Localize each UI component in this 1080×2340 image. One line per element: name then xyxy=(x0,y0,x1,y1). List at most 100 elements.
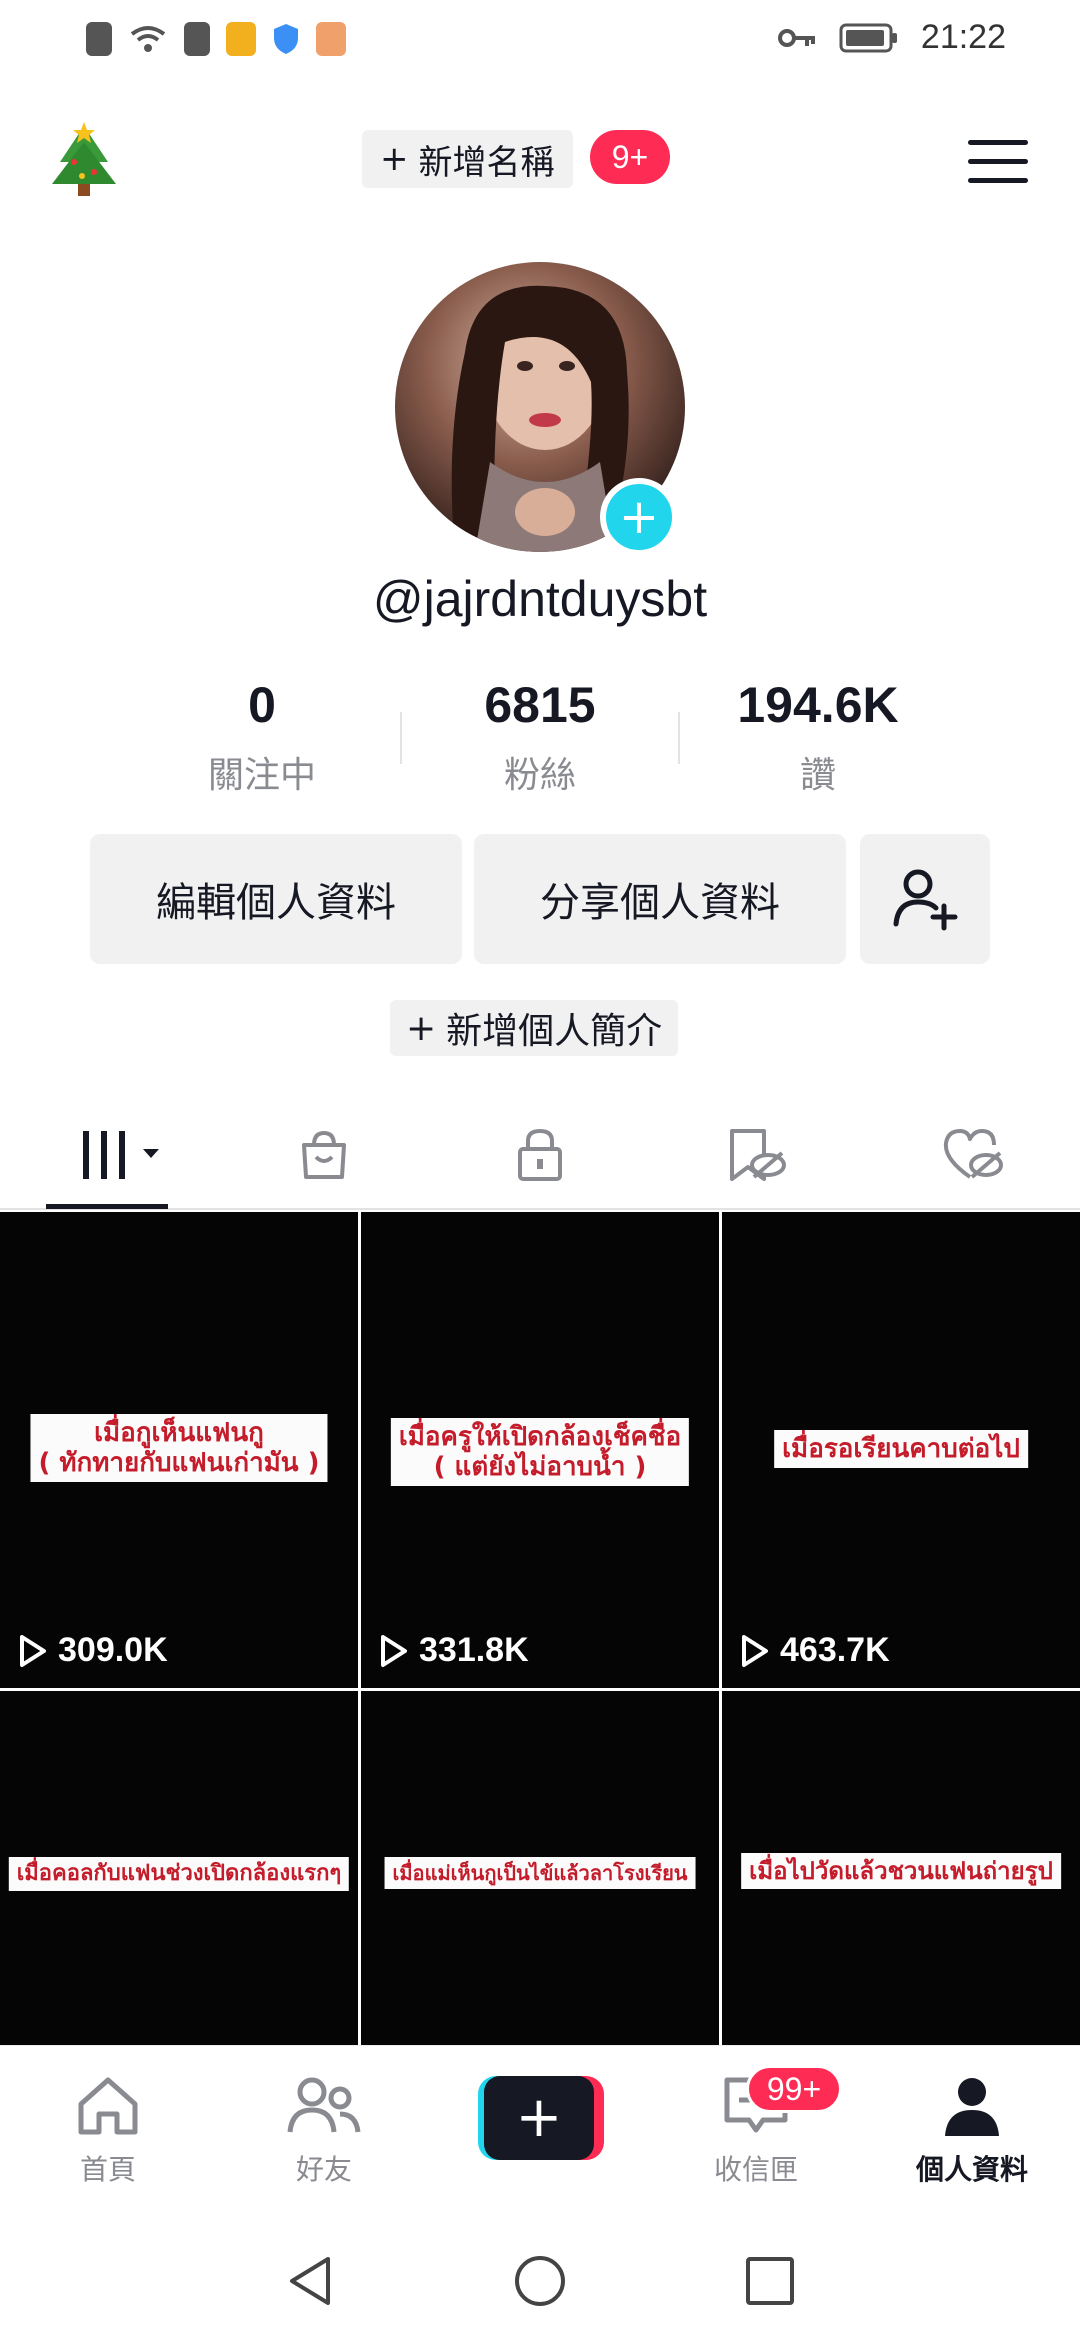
home-icon xyxy=(78,2077,138,2135)
video-caption: เมื่อรอเรียนคาบต่อไป xyxy=(774,1430,1028,1468)
following-count: 0 xyxy=(248,677,276,733)
add-user-icon xyxy=(893,869,958,931)
system-navigation xyxy=(0,2205,1080,2340)
profile-stats: 0 關注中 6815 粉絲 194.6K 讚 xyxy=(0,676,1080,796)
play-icon xyxy=(742,1634,768,1667)
followers-count: 6815 xyxy=(484,677,596,733)
app-notification-icon xyxy=(226,22,256,56)
profile-icon xyxy=(945,2078,999,2136)
video-thumbnail[interactable]: เมื่อครูให้เปิดกล้องเช็คชื่อ ( แต่ยังไม่… xyxy=(361,1212,719,1688)
following-stat[interactable]: 0 關注中 xyxy=(132,676,392,798)
plus-icon: + xyxy=(484,2076,594,2160)
nav-profile-label: 個人資料 xyxy=(915,2153,1028,2186)
view-count-text: 309.0K xyxy=(58,1631,168,1669)
following-label: 關注中 xyxy=(207,755,316,796)
shield-icon xyxy=(274,24,298,54)
share-profile-button[interactable]: 分享個人資料 xyxy=(474,834,846,964)
likes-label: 讚 xyxy=(799,755,836,796)
active-tab-indicator xyxy=(46,1204,168,1209)
bottom-navigation: 首頁 好友 + 收信匣 個人資料 xyxy=(0,2045,1080,2205)
tab-videos[interactable] xyxy=(68,1120,168,1190)
video-caption: เมื่อคอลกับแฟนช่วงเปิดกล้องแรกๆ xyxy=(8,1857,350,1891)
view-count: 331.8K xyxy=(379,1631,529,1670)
add-name-button[interactable]: + 新增名稱 xyxy=(362,130,573,188)
likes-stat[interactable]: 194.6K 讚 xyxy=(688,676,948,798)
video-caption-line: เมื่อครูให้เปิดกล้องเช็คชื่อ xyxy=(398,1422,682,1452)
wifi-icon xyxy=(130,26,166,52)
message-notification-icon xyxy=(316,22,346,56)
likes-count: 194.6K xyxy=(737,677,899,733)
plus-icon: + xyxy=(406,1007,437,1049)
view-count: 309.0K xyxy=(18,1631,168,1670)
followers-label: 粉絲 xyxy=(503,755,576,796)
battery-icon xyxy=(839,23,897,52)
status-bar-notifications xyxy=(86,22,346,56)
video-thumbnail[interactable]: เมื่อกูเห็นแฟนกู ( ทักทายกับแฟนเก่ามัน )… xyxy=(0,1212,358,1688)
tab-liked[interactable] xyxy=(932,1120,1012,1190)
recents-icon[interactable] xyxy=(742,2253,798,2309)
christmas-tree-icon[interactable] xyxy=(46,122,122,202)
add-bio-button[interactable]: + 新增個人簡介 xyxy=(390,1000,679,1056)
nav-friends-label: 好友 xyxy=(295,2153,352,2186)
hamburger-menu-icon[interactable] xyxy=(968,140,1028,186)
alert-icon xyxy=(86,22,112,56)
tab-private[interactable] xyxy=(500,1120,580,1190)
heart-hidden-icon xyxy=(943,1129,1003,1179)
video-thumbnail[interactable]: เมื่อรอเรียนคาบต่อไป 463.7K xyxy=(722,1212,1080,1688)
edit-profile-button[interactable]: 編輯個人資料 xyxy=(90,834,462,964)
video-caption-line: เมื่อคอลกับแฟนช่วงเปิดกล้องแรกๆ xyxy=(16,1861,342,1886)
lock-icon xyxy=(518,1128,562,1181)
video-thumbnail[interactable]: เมื่อไปวัดแล้วชวนแฟนถ่ายรูป xyxy=(722,1691,1080,2048)
play-icon xyxy=(20,1634,46,1667)
back-icon[interactable] xyxy=(282,2253,338,2309)
shopping-bag-icon xyxy=(302,1130,346,1179)
stat-divider xyxy=(400,712,402,764)
video-grid: เมื่อกูเห็นแฟนกู ( ทักทายกับแฟนเก่ามัน )… xyxy=(0,1212,1080,2048)
view-count-text: 331.8K xyxy=(419,1631,529,1669)
tab-saved[interactable] xyxy=(716,1120,796,1190)
grid-videos-icon xyxy=(83,1131,159,1179)
create-button[interactable]: + xyxy=(478,2076,604,2160)
status-bar-system: 21:22 xyxy=(777,18,1006,57)
video-caption-line: ( แต่ยังไม่อาบน้ำ ) xyxy=(433,1452,647,1482)
stat-divider xyxy=(678,712,680,764)
video-thumbnail[interactable]: เมื่อคอลกับแฟนช่วงเปิดกล้องแรกๆ xyxy=(0,1691,358,2048)
nav-friends[interactable]: 好友 xyxy=(244,2074,404,2188)
video-caption-line: เมื่อรอเรียนคาบต่อไป xyxy=(782,1434,1020,1464)
upload-icon xyxy=(184,22,210,56)
view-count-text: 463.7K xyxy=(780,1631,890,1669)
add-name-label: 新增名稱 xyxy=(418,142,555,183)
plus-icon: + xyxy=(380,139,409,179)
video-caption-line: ( ทักทายกับแฟนเก่ามัน ) xyxy=(38,1448,320,1478)
add-friends-button[interactable] xyxy=(860,834,990,964)
tab-shop[interactable] xyxy=(284,1120,364,1190)
profile-tabs xyxy=(0,1100,1080,1210)
video-thumbnail[interactable]: เมื่อแม่เห็นกูเป็นไข้แล้วลาโรงเรียน xyxy=(361,1691,719,2048)
video-caption: เมื่อแม่เห็นกูเป็นไข้แล้วลาโรงเรียน xyxy=(384,1857,696,1889)
video-caption-line: เมื่อแม่เห็นกูเป็นไข้แล้วลาโรงเรียน xyxy=(392,1861,688,1885)
nav-inbox-label: 收信匣 xyxy=(713,2153,798,2186)
bookmark-hidden-icon xyxy=(730,1129,786,1181)
video-caption: เมื่อกูเห็นแฟนกู ( ทักทายกับแฟนเก่ามัน ) xyxy=(30,1414,328,1482)
view-count: 463.7K xyxy=(740,1631,890,1670)
add-avatar-icon[interactable]: + xyxy=(600,478,678,556)
notification-badge: 9+ xyxy=(590,130,670,184)
username: @jajrdntduysbt xyxy=(372,571,708,627)
key-icon xyxy=(777,28,815,47)
inbox-badge: 99+ xyxy=(746,2065,842,2113)
profile-header: + 新增名稱 9+ xyxy=(0,110,1080,210)
clock: 21:22 xyxy=(920,18,1006,56)
nav-home[interactable]: 首頁 xyxy=(28,2074,188,2188)
video-caption: เมื่อไปวัดแล้วชวนแฟนถ่ายรูป xyxy=(741,1853,1061,1889)
add-bio-label: 新增個人簡介 xyxy=(446,1011,663,1052)
nav-profile[interactable]: 個人資料 xyxy=(892,2074,1052,2188)
video-caption-line: เมื่อกูเห็นแฟนกู xyxy=(94,1418,264,1448)
status-bar: 21:22 xyxy=(0,0,1080,82)
home-circle-icon[interactable] xyxy=(512,2253,568,2309)
friends-icon xyxy=(287,2077,361,2133)
nav-home-label: 首頁 xyxy=(79,2153,136,2186)
play-icon xyxy=(381,1634,407,1667)
video-caption: เมื่อครูให้เปิดกล้องเช็คชื่อ ( แต่ยังไม่… xyxy=(390,1418,690,1486)
followers-stat[interactable]: 6815 粉絲 xyxy=(410,676,670,798)
video-caption-line: เมื่อไปวัดแล้วชวนแฟนถ่ายรูป xyxy=(749,1857,1053,1885)
